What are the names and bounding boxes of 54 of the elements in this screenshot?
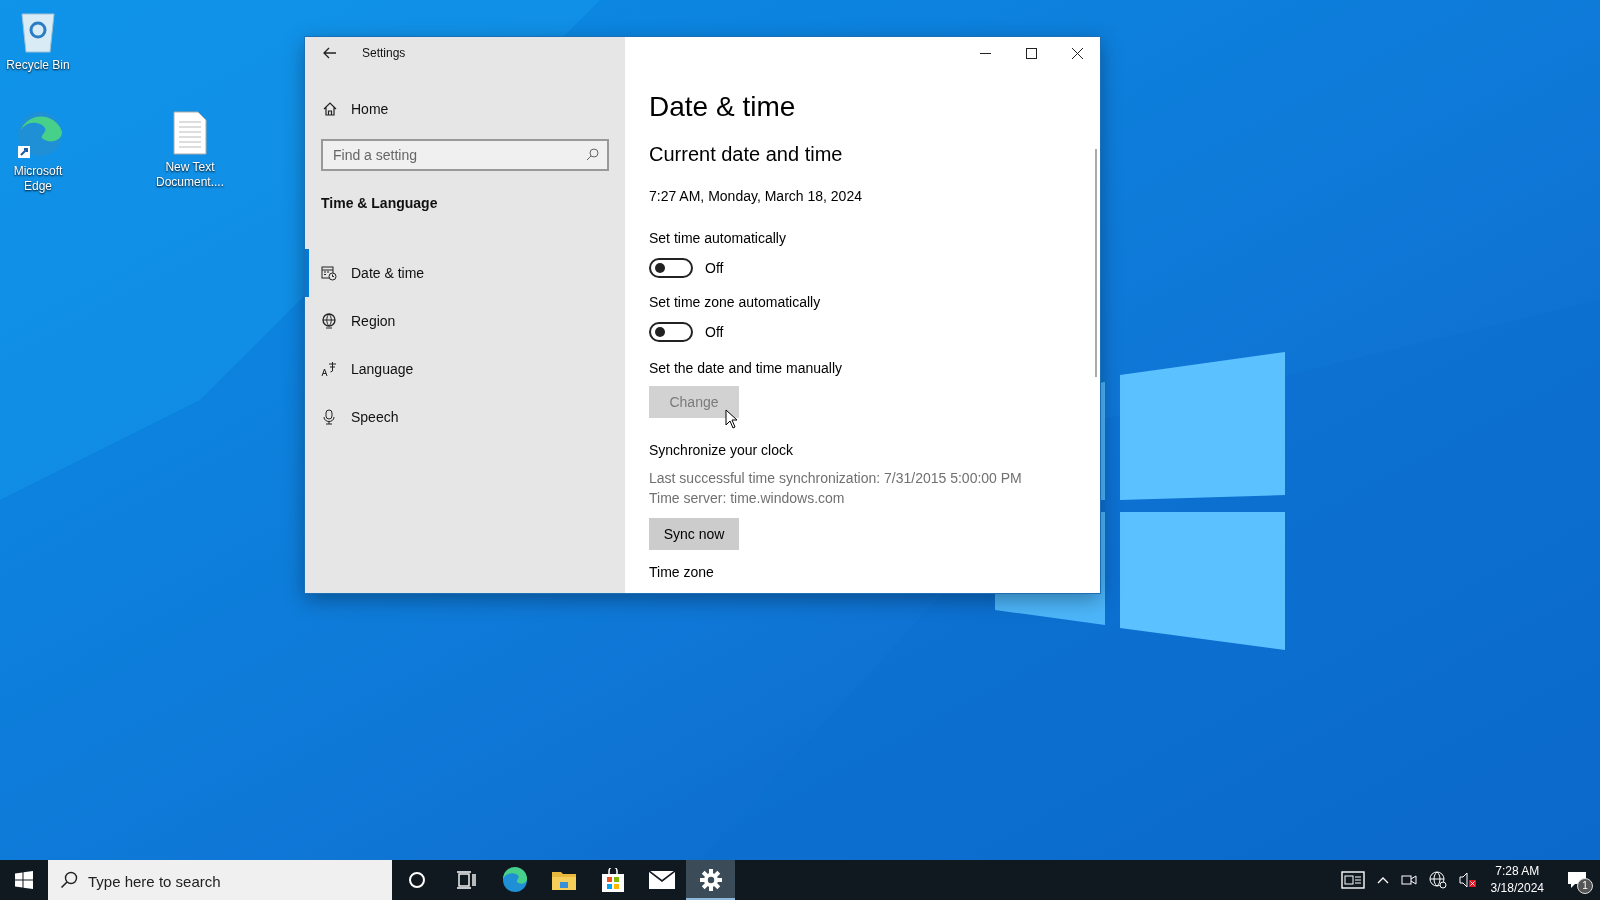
setting-label: Set the date and time manually (649, 360, 842, 376)
clock-date[interactable]: 3/18/2024 (1490, 880, 1544, 897)
home-link[interactable]: Home (323, 95, 625, 123)
back-arrow-icon[interactable] (323, 47, 337, 59)
time-server: Time server: time.windows.com (649, 490, 845, 506)
search-icon (586, 148, 599, 161)
section-heading: Time & Language (321, 195, 439, 211)
globe-icon[interactable] (1428, 871, 1447, 889)
scrollbar[interactable] (1095, 149, 1097, 377)
news-icon[interactable] (1340, 871, 1365, 889)
windows-logo-icon (15, 871, 33, 889)
toggle-switch[interactable] (649, 258, 693, 278)
microphone-icon (321, 409, 337, 425)
maximize-icon (1025, 47, 1037, 59)
text-document-icon[interactable] (172, 110, 208, 156)
window-title: Settings (362, 46, 406, 60)
toggle-switch[interactable] (649, 322, 693, 342)
toggle-state: Off (705, 260, 724, 276)
nav-item[interactable]: Language (305, 345, 625, 393)
setting-label: Time zone (649, 564, 714, 580)
page-title: Date & time (649, 91, 796, 123)
envelope-icon (648, 871, 675, 889)
language-icon (321, 361, 337, 377)
search-field[interactable]: Find a setting (321, 139, 609, 171)
setting-label: Set time automatically (649, 230, 786, 246)
mouse-cursor-icon (725, 409, 738, 429)
notification-count: 1 (1577, 878, 1593, 894)
nav-item[interactable]: Date & time (305, 249, 625, 297)
current-date-time: 7:27 AM, Monday, March 18, 2024 (649, 188, 862, 204)
camera-icon[interactable] (1400, 872, 1417, 888)
nav-item[interactable]: Region (305, 297, 625, 345)
gear-icon (699, 869, 722, 891)
setting-label: Synchronize your clock (649, 442, 793, 458)
globe-icon (321, 313, 337, 329)
chevron-up-icon[interactable] (1376, 876, 1389, 884)
sync-status: Last successful time synchronization: 7/31/2015 5:00:00 PM (649, 470, 1022, 486)
close-icon (1071, 47, 1083, 59)
taskbar-search-field[interactable]: Type here to search (48, 860, 392, 900)
section-heading: Current date and time (649, 143, 843, 166)
clock-time[interactable]: 7:28 AM (1495, 863, 1540, 880)
store-bag-icon (601, 868, 624, 892)
calendar-clock-icon (321, 265, 337, 281)
taskbar-app-button[interactable] (686, 860, 735, 900)
setting-label: Set time zone automatically (649, 294, 821, 310)
home-icon (323, 102, 337, 116)
sync-now-button[interactable]: Sync now (649, 518, 739, 550)
nav-item[interactable]: Speech (305, 393, 625, 441)
edge-icon (501, 867, 528, 893)
circle-icon (407, 871, 426, 889)
toggle-state: Off (705, 324, 724, 340)
speaker-muted-icon[interactable] (1458, 872, 1477, 888)
notifications-button[interactable]: 1 (1554, 860, 1600, 900)
task-view-icon (455, 871, 476, 889)
folder-icon (551, 870, 576, 890)
